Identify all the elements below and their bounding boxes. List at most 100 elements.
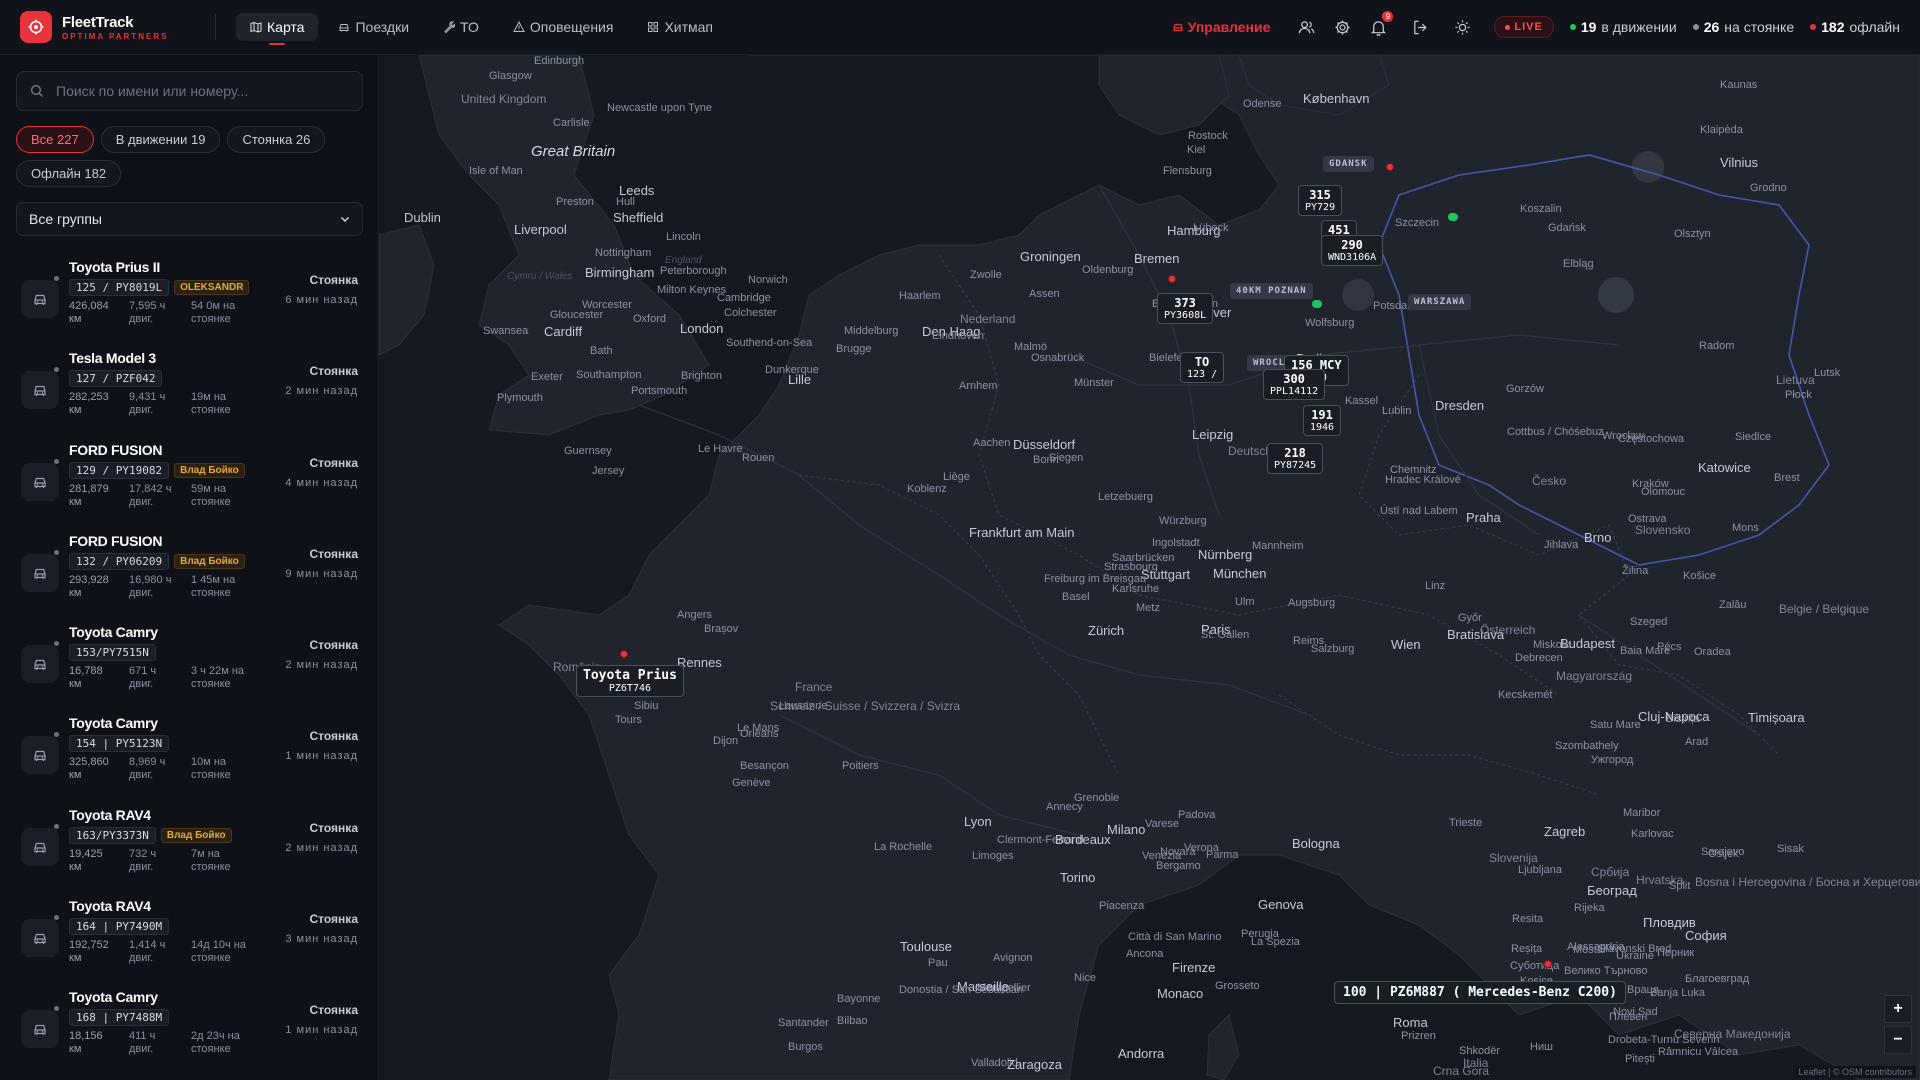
map-city-label: Maribor (1623, 807, 1661, 819)
zoom-in-button[interactable]: + (1884, 995, 1912, 1023)
moving-vehicle-dot[interactable] (1312, 300, 1322, 308)
vehicle-marker[interactable]: 191 1946 (1303, 405, 1342, 436)
map-city-label: Siedlce (1735, 431, 1772, 443)
vehicle-pin[interactable] (1386, 163, 1394, 171)
stat-offline-count: 182 (1821, 19, 1845, 35)
vehicle-list-item[interactable]: Toyota Camry 153/PY7515N 16,788 км 671 ч… (0, 620, 379, 711)
map-city-label: Miskolc (1533, 639, 1570, 651)
map-city-label: Grosseto (1215, 980, 1260, 992)
vehicle-marker[interactable]: 218 PY87245 (1267, 443, 1324, 474)
map-city-label: St. Gallen (1201, 629, 1250, 641)
map-city-label: Râmnicu Vâlcea (1658, 1046, 1739, 1058)
nav-map[interactable]: Карта (236, 13, 319, 41)
search-input[interactable] (56, 83, 346, 99)
group-select[interactable]: Все группы (16, 202, 363, 236)
moving-dot-icon (1569, 24, 1576, 30)
vehicle-parked-time: 14д 10ч на стоянке (191, 939, 246, 965)
vehicle-pin[interactable] (1168, 275, 1176, 283)
map-city-label: Zürich (1088, 623, 1125, 638)
vehicle-pin[interactable] (1544, 960, 1552, 968)
map-tag-poznan[interactable]: 40KM POZNAN (1230, 283, 1313, 299)
vehicle-marker[interactable]: TO 123 / (1180, 352, 1225, 383)
vehicle-list-item[interactable]: Tesla Model 3 127 / PZF042 282,253 км 9,… (0, 346, 379, 437)
car-icon (339, 24, 349, 32)
map-city-label: Portsmouth (631, 385, 688, 397)
map-attribution: Leaflet | © OSM contributors (1794, 1066, 1916, 1078)
vehicle-list-item[interactable]: Toyota RAV4 164 | PY7490M 192,752 км 1,4… (0, 894, 379, 985)
moving-vehicle-dot[interactable] (1448, 213, 1458, 221)
map-tag-warszawa[interactable]: WARSZAWA (1408, 294, 1472, 310)
vehicle-last-seen: 1 мин назад (285, 1024, 358, 1037)
nav-heatmap[interactable]: Хитмап (633, 13, 727, 41)
map-city-label: Osnabrück (1031, 352, 1085, 364)
vehicle-list-item[interactable]: FORD FUSION 132 / PY06209 Влад Бойко 293… (0, 529, 379, 620)
map-city-label: Lincoln (666, 231, 701, 243)
map-city-label: Torino (1060, 870, 1096, 885)
map-city-label: Edinburgh (534, 55, 585, 67)
map-city-label: Brighton (681, 370, 722, 382)
vehicle-pin[interactable] (620, 650, 628, 658)
map-city-label: Pitești (1625, 1053, 1655, 1065)
live-dot-icon (1505, 24, 1511, 30)
vehicle-marker[interactable]: 373 PY3608L (1157, 293, 1214, 324)
nav-alerts[interactable]: Оповещения (499, 13, 628, 41)
map-city-label: Bayonne (837, 993, 881, 1005)
map-city-label: Ljubljana (1518, 864, 1563, 876)
management-link[interactable]: Управление (1172, 19, 1270, 35)
map-view[interactable]: Edinburgh Glasgow United Kingdom Newcastle … (379, 55, 1920, 1080)
stat-offline: 182 офлайн (1810, 19, 1900, 35)
stat-moving: 19 в движении (1569, 19, 1677, 35)
zoom-out-button[interactable]: − (1884, 1026, 1912, 1054)
map-city-label: Baia Mare (1620, 645, 1671, 657)
filter-moving[interactable]: В движении 19 (100, 126, 221, 153)
map-tag-gdansk[interactable]: GDANSK (1323, 156, 1374, 172)
vehicle-parked-time: 3 ч 22м на стоянке (191, 665, 245, 691)
vehicle-last-seen: 6 мин назад (285, 294, 358, 306)
map-city-label: Rostock (1188, 130, 1228, 142)
car-icon (34, 751, 46, 762)
vehicle-last-seen: 2 мин назад (285, 385, 358, 398)
status-dot-icon (54, 641, 59, 647)
users-button[interactable] (1296, 17, 1316, 37)
vehicle-list-item[interactable]: Toyota RAV4 163/PY3373N Влад Бойко 19,42… (0, 803, 379, 894)
filter-parked[interactable]: Стоянка 26 (227, 126, 326, 153)
map-city-label: Firenze (1172, 960, 1216, 975)
vehicle-marker[interactable]: 300 PPL14112 (1263, 369, 1326, 400)
map-city-label: Swansea (483, 325, 529, 337)
theme-toggle[interactable] (1452, 17, 1472, 37)
vehicle-engine-hours: 1,414 ч двиг. (129, 939, 166, 965)
car-icon (34, 568, 46, 579)
vehicle-parked-time: 59м на стоянке (191, 482, 231, 508)
settings-button[interactable] (1332, 17, 1352, 37)
notifications-button[interactable]: 9 (1368, 11, 1394, 37)
map-city-label: Orléans (740, 728, 779, 740)
vehicle-status: Стоянка (309, 273, 359, 287)
vehicle-marker[interactable]: 315 PY729 (1298, 185, 1343, 216)
status-dot-icon (54, 458, 59, 464)
vehicle-list-item[interactable]: FORD FUSION 129 / PY19082 Влад Бойко 281… (0, 438, 379, 529)
vehicle-status: Стоянка (309, 729, 359, 744)
filter-offline[interactable]: Офлайн 182 (16, 160, 122, 187)
map-city-label: Oxford (633, 313, 667, 325)
nav-maintenance[interactable]: ТО (429, 13, 493, 41)
map-city-label: Belgie / Belgique (1779, 602, 1870, 616)
map-city-label: Gdańsk (1548, 222, 1586, 234)
vehicle-list-item[interactable]: Toyota Camry 168 | PY7488M 18,156 км 411… (0, 985, 379, 1076)
filter-all[interactable]: Все 227 (16, 126, 94, 153)
vehicle-engine-hours: 17,842 ч двиг. (129, 482, 172, 508)
marker-name: Toyota Prius (583, 668, 677, 683)
map-city-label: Magyarország (1556, 669, 1633, 683)
driver-badge: OLEKSANDR (174, 280, 250, 295)
vehicle-mileage: 18,156 км (69, 1030, 103, 1056)
app-logo[interactable]: FleetTrack OPTIMA PARTNERS (20, 11, 215, 43)
notification-count-badge: 9 (1382, 11, 1394, 22)
logout-button[interactable] (1410, 17, 1430, 37)
vehicle-list-item[interactable]: Toyota Camry 154 | PY5123N 325,860 км 8,… (0, 711, 379, 802)
nav-trips[interactable]: Поездки (324, 13, 423, 41)
parked-dot-icon (1692, 24, 1699, 30)
vehicle-marker[interactable]: 290 WND3106A (1321, 235, 1384, 266)
map-city-label: Parma (1206, 849, 1239, 861)
vehicle-list-item[interactable]: Toyota Prius II 125 / PY8019L OLEKSANDR … (0, 255, 379, 346)
nav-heatmap-label: Хитмап (664, 19, 714, 35)
vehicle-marker-toyota-prius[interactable]: Toyota Prius PZ6T746 (576, 665, 684, 697)
